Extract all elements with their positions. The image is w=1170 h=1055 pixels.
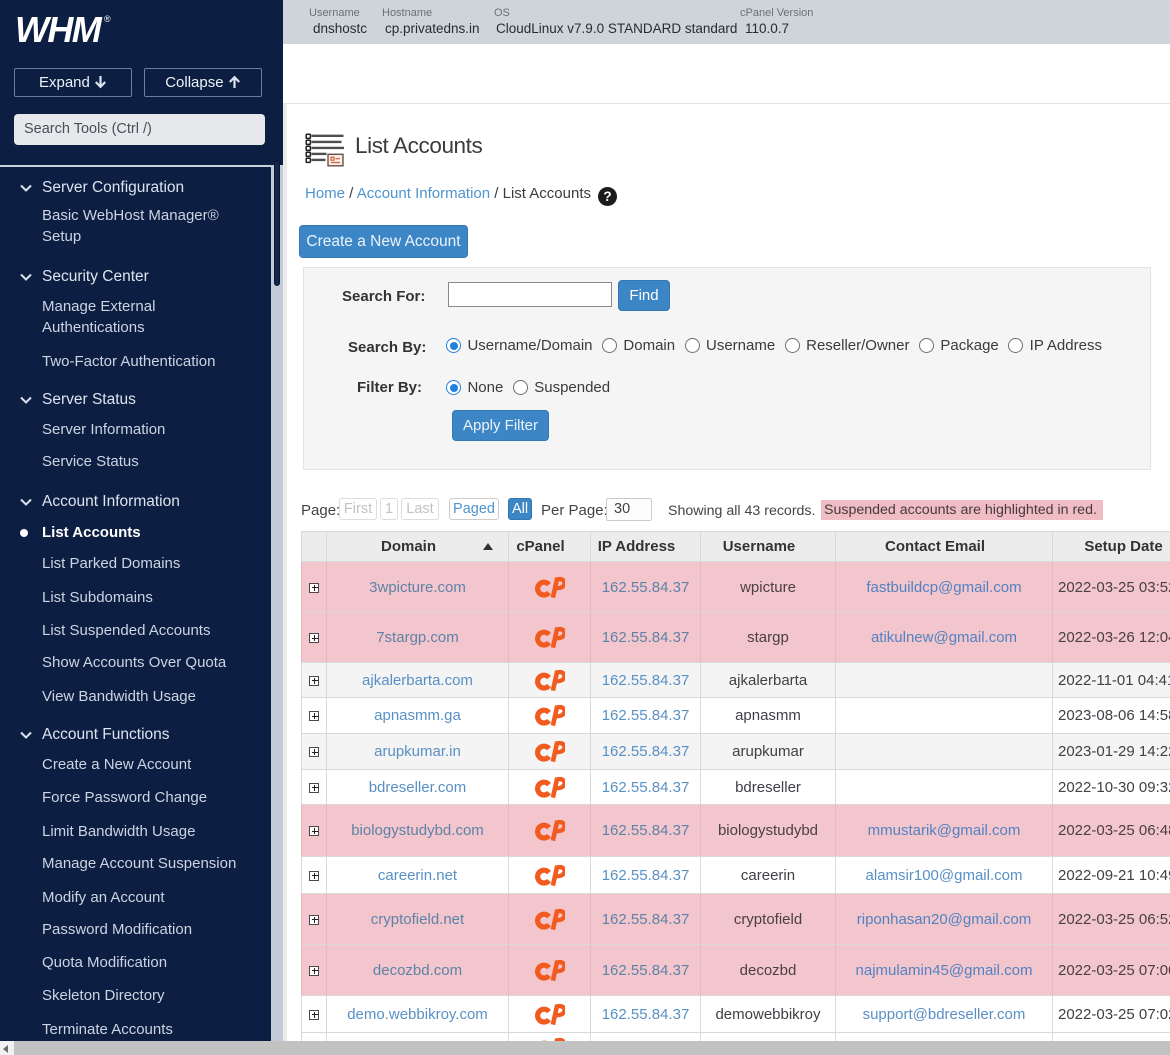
svg-text:®: ®: [104, 14, 111, 24]
svg-text:WHM: WHM: [15, 9, 103, 50]
